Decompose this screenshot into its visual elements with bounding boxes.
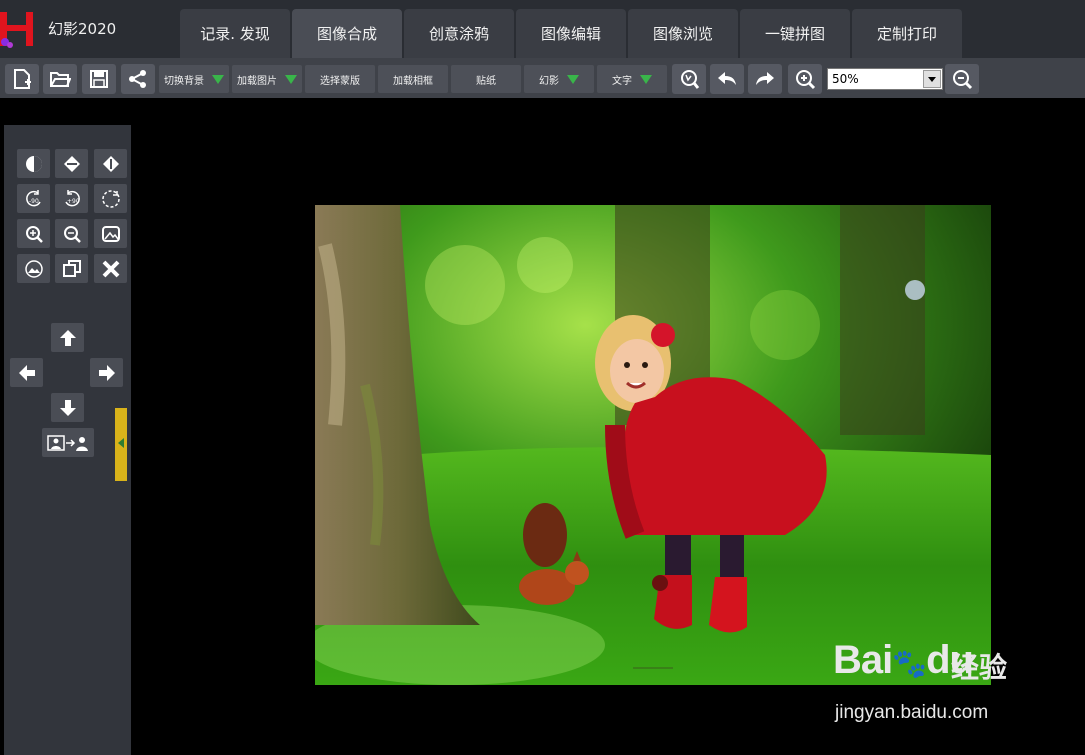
arrow-left-icon bbox=[18, 364, 35, 381]
contrast-button[interactable] bbox=[17, 149, 50, 178]
load-image-dropdown[interactable]: 加载图片 bbox=[232, 65, 302, 93]
new-file-button[interactable] bbox=[5, 64, 39, 94]
image-icon bbox=[101, 225, 120, 242]
tab-image-edit[interactable]: 图像编辑 bbox=[516, 9, 626, 58]
redo-button[interactable] bbox=[748, 64, 782, 94]
load-frame-button[interactable]: 加载相框 bbox=[378, 65, 448, 93]
tab-creative-doodle[interactable]: 创意涂鸦 bbox=[404, 9, 514, 58]
duplicate-layer-button[interactable] bbox=[55, 254, 88, 283]
delete-layer-button[interactable] bbox=[94, 254, 127, 283]
undo-icon bbox=[718, 72, 736, 85]
composed-photo[interactable] bbox=[315, 205, 991, 685]
save-button[interactable] bbox=[82, 64, 116, 94]
dropdown-arrow-icon bbox=[640, 74, 652, 84]
chevron-down-icon[interactable] bbox=[923, 70, 941, 88]
image-adjust-button[interactable] bbox=[17, 254, 50, 283]
move-right-button[interactable] bbox=[90, 358, 123, 387]
dropdown-arrow-icon bbox=[567, 74, 579, 84]
forest-girl-squirrel-image bbox=[315, 205, 991, 685]
flip-vertical-icon bbox=[102, 155, 119, 172]
redo-icon bbox=[756, 72, 774, 85]
person-to-scene-button[interactable] bbox=[42, 428, 94, 457]
text-dropdown[interactable]: 文字 bbox=[597, 65, 667, 93]
tab-image-compose[interactable]: 图像合成 bbox=[292, 9, 402, 58]
folder-open-icon bbox=[50, 72, 71, 87]
toolbar: 切换背景 加载图片 选择蒙版 加载相框 贴纸 幻影 文字 50% bbox=[0, 58, 1085, 98]
tab-record-discover[interactable]: 记录. 发现 bbox=[180, 9, 290, 58]
move-down-button[interactable] bbox=[51, 393, 84, 422]
copy-icon bbox=[62, 259, 81, 277]
save-icon bbox=[90, 70, 108, 88]
tool-panel-body: -90 +90 bbox=[4, 125, 131, 755]
tab-one-click-collage[interactable]: 一键拼图 bbox=[740, 9, 850, 58]
title-bar: 幻影2020 记录. 发现 图像合成 创意涂鸦 图像编辑 图像浏览 一键拼图 定… bbox=[0, 0, 1085, 58]
free-rotate-icon bbox=[101, 189, 120, 208]
zoom-in-button[interactable] bbox=[788, 64, 822, 94]
main-tabs: 记录. 发现 图像合成 创意涂鸦 图像编辑 图像浏览 一键拼图 定制打印 bbox=[180, 9, 964, 58]
arrow-right-icon bbox=[98, 364, 115, 381]
sticker-button[interactable]: 贴纸 bbox=[451, 65, 521, 93]
zoom-out-icon bbox=[953, 70, 973, 90]
flip-horizontal-button[interactable] bbox=[55, 149, 88, 178]
rotate-right-button[interactable]: +90 bbox=[55, 184, 88, 213]
panel-collapse-handle[interactable] bbox=[115, 408, 127, 481]
zoom-in-icon bbox=[25, 225, 43, 243]
new-file-icon bbox=[14, 69, 31, 89]
magic-wand-button[interactable] bbox=[672, 64, 706, 94]
dropdown-arrow-icon bbox=[212, 74, 224, 84]
enlarge-button[interactable] bbox=[17, 219, 50, 248]
contrast-icon bbox=[25, 155, 42, 172]
open-button[interactable] bbox=[43, 64, 77, 94]
image-adjust-icon bbox=[24, 259, 43, 278]
select-template-button[interactable]: 选择蒙版 bbox=[305, 65, 375, 93]
share-button[interactable] bbox=[121, 64, 155, 94]
person-transfer-icon bbox=[47, 434, 88, 451]
move-left-button[interactable] bbox=[10, 358, 43, 387]
tab-custom-print[interactable]: 定制打印 bbox=[852, 9, 962, 58]
app-title: 幻影2020 bbox=[48, 20, 117, 38]
zoom-in-icon bbox=[796, 70, 816, 90]
switch-background-dropdown[interactable]: 切换背景 bbox=[159, 65, 229, 93]
arrow-up-icon bbox=[59, 329, 76, 346]
rotate-left-icon: -90 bbox=[25, 189, 41, 206]
tab-image-browse[interactable]: 图像浏览 bbox=[628, 9, 738, 58]
phantom-dropdown[interactable]: 幻影 bbox=[524, 65, 594, 93]
rotate-right-icon: +90 bbox=[64, 189, 80, 206]
share-icon bbox=[129, 70, 146, 88]
svg-text:+90: +90 bbox=[67, 198, 80, 205]
left-tool-panel: -90 +90 bbox=[0, 98, 131, 755]
flip-horizontal-icon bbox=[63, 155, 80, 172]
move-up-button[interactable] bbox=[51, 323, 84, 352]
svg-text:-90: -90 bbox=[29, 198, 39, 205]
zoom-level-select[interactable]: 50% bbox=[827, 68, 943, 90]
zoom-out-button[interactable] bbox=[945, 64, 979, 94]
arrow-down-icon bbox=[59, 399, 76, 416]
close-icon bbox=[102, 260, 119, 277]
shrink-button[interactable] bbox=[55, 219, 88, 248]
flip-vertical-button[interactable] bbox=[94, 149, 127, 178]
fit-image-button[interactable] bbox=[94, 219, 127, 248]
zoom-out-icon bbox=[63, 225, 81, 243]
editing-canvas[interactable] bbox=[131, 124, 1085, 755]
dropdown-arrow-icon bbox=[285, 74, 297, 84]
undo-button[interactable] bbox=[710, 64, 744, 94]
free-rotate-button[interactable] bbox=[94, 184, 127, 213]
magic-wand-icon bbox=[681, 70, 700, 89]
app-logo bbox=[0, 8, 40, 50]
rotate-left-button[interactable]: -90 bbox=[17, 184, 50, 213]
